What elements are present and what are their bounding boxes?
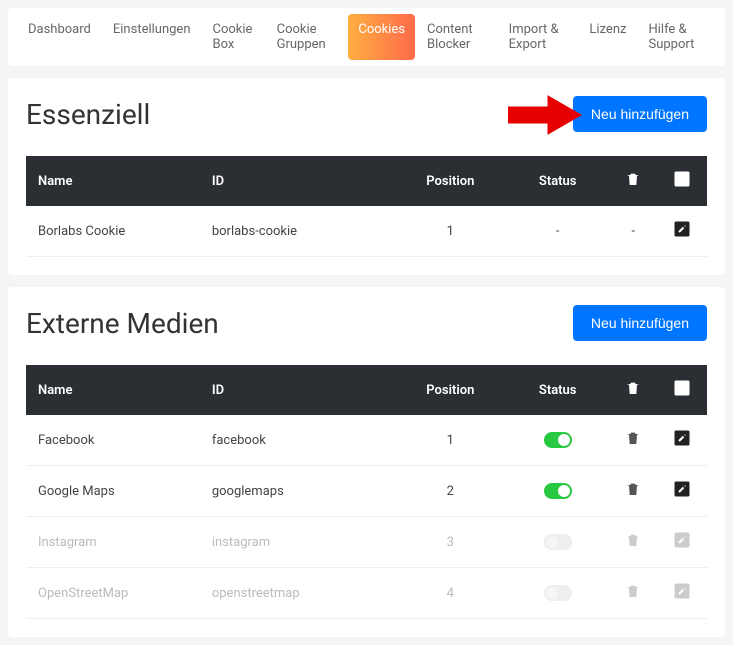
nav-item-content-blocker[interactable]: Content Blocker <box>417 14 497 60</box>
table-row: OpenStreetMap openstreetmap 4 <box>26 568 707 619</box>
edit-icon <box>673 531 691 549</box>
edit-icon <box>673 480 691 498</box>
trash-icon <box>625 430 641 446</box>
cell-delete[interactable] <box>609 568 658 619</box>
cell-id: googlemaps <box>200 466 394 517</box>
cell-delete[interactable] <box>609 517 658 568</box>
edit-icon <box>673 379 691 397</box>
cell-name: Facebook <box>26 415 200 466</box>
th-delete <box>609 365 658 415</box>
nav-item-cookies[interactable]: Cookies <box>348 14 415 60</box>
panel-essenziell: Essenziell Neu hinzufügen Name ID Positi… <box>8 78 725 275</box>
cell-status <box>507 568 609 619</box>
top-nav: Dashboard Einstellungen Cookie Box Cooki… <box>8 8 725 66</box>
pointer-arrow <box>508 94 583 140</box>
th-name: Name <box>26 156 200 206</box>
status-toggle[interactable] <box>544 432 572 448</box>
cell-position: 3 <box>394 517 506 568</box>
cell-position: 2 <box>394 466 506 517</box>
table-externe-medien: Name ID Position Status Facebook faceboo… <box>26 365 707 619</box>
th-id: ID <box>200 156 394 206</box>
status-toggle[interactable] <box>544 483 572 499</box>
th-position: Position <box>394 365 506 415</box>
edit-icon <box>673 582 691 600</box>
th-delete <box>609 156 658 206</box>
trash-icon <box>625 171 641 187</box>
th-name: Name <box>26 365 200 415</box>
cell-delete: - <box>609 206 658 257</box>
cell-name: Google Maps <box>26 466 200 517</box>
cell-edit[interactable] <box>658 415 707 466</box>
th-id: ID <box>200 365 394 415</box>
cell-edit[interactable] <box>658 568 707 619</box>
cell-position: 4 <box>394 568 506 619</box>
cell-position: 1 <box>394 206 506 257</box>
cell-delete[interactable] <box>609 466 658 517</box>
th-edit <box>658 156 707 206</box>
table-row: Instagram instagram 3 <box>26 517 707 568</box>
trash-icon <box>625 583 641 599</box>
trash-icon <box>625 481 641 497</box>
status-toggle[interactable] <box>544 585 572 601</box>
th-status: Status <box>507 156 609 206</box>
nav-item-hilfe-support[interactable]: Hilfe & Support <box>638 14 715 60</box>
cell-delete[interactable] <box>609 415 658 466</box>
nav-item-dashboard[interactable]: Dashboard <box>18 14 101 60</box>
nav-item-cookie-gruppen[interactable]: Cookie Gruppen <box>267 14 347 60</box>
th-position: Position <box>394 156 506 206</box>
add-button-externe-medien[interactable]: Neu hinzufügen <box>573 305 707 341</box>
section-title-externe-medien: Externe Medien <box>26 307 219 340</box>
cell-status <box>507 517 609 568</box>
th-status: Status <box>507 365 609 415</box>
edit-icon <box>673 220 691 238</box>
cell-status: - <box>507 206 609 257</box>
table-row: Google Maps googlemaps 2 <box>26 466 707 517</box>
cell-edit[interactable] <box>658 466 707 517</box>
cell-edit[interactable] <box>658 517 707 568</box>
cell-id: instagram <box>200 517 394 568</box>
panel-externe-medien: Externe Medien Neu hinzufügen Name ID Po… <box>8 287 725 637</box>
cell-position: 1 <box>394 415 506 466</box>
add-button-essenziell[interactable]: Neu hinzufügen <box>573 96 707 132</box>
cell-name: Borlabs Cookie <box>26 206 200 257</box>
cell-id: openstreetmap <box>200 568 394 619</box>
cell-name: Instagram <box>26 517 200 568</box>
edit-icon <box>673 429 691 447</box>
th-edit <box>658 365 707 415</box>
table-row: Facebook facebook 1 <box>26 415 707 466</box>
status-toggle[interactable] <box>544 534 572 550</box>
trash-icon <box>625 532 641 548</box>
nav-item-cookie-box[interactable]: Cookie Box <box>203 14 265 60</box>
edit-icon <box>673 170 691 188</box>
trash-icon <box>625 380 641 396</box>
cell-status <box>507 415 609 466</box>
cell-id: borlabs-cookie <box>200 206 394 257</box>
cell-id: facebook <box>200 415 394 466</box>
table-essenziell: Name ID Position Status Borlabs Cookie b… <box>26 156 707 257</box>
nav-item-lizenz[interactable]: Lizenz <box>579 14 636 60</box>
nav-item-import-export[interactable]: Import & Export <box>499 14 578 60</box>
section-title-essenziell: Essenziell <box>26 98 150 131</box>
nav-item-einstellungen[interactable]: Einstellungen <box>103 14 201 60</box>
cell-name: OpenStreetMap <box>26 568 200 619</box>
cell-edit[interactable] <box>658 206 707 257</box>
cell-status <box>507 466 609 517</box>
table-row: Borlabs Cookie borlabs-cookie 1 - - <box>26 206 707 257</box>
